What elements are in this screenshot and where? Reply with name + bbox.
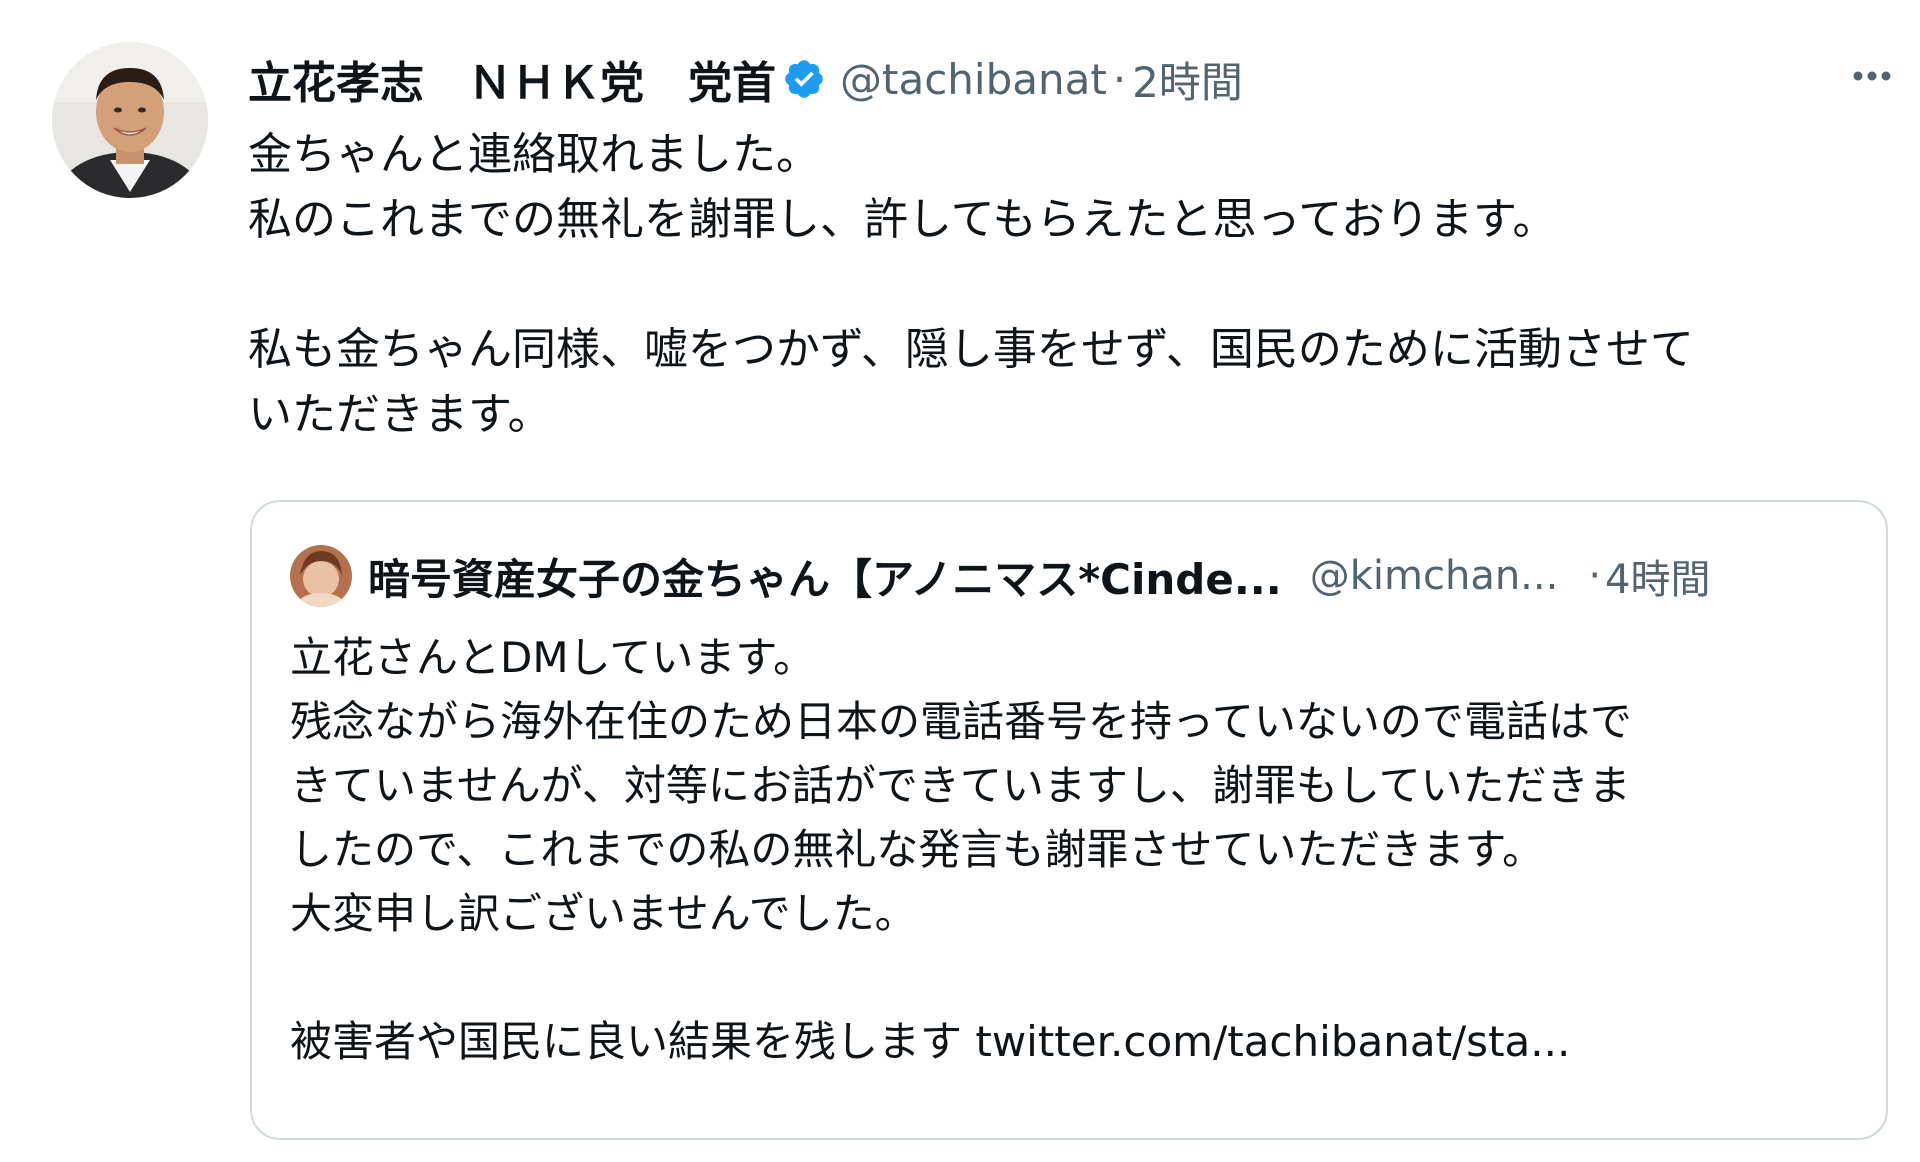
- more-options-button[interactable]: [1834, 52, 1910, 100]
- quoted-meta-separator: ·: [1588, 553, 1602, 599]
- quoted-author-display-name: 暗号資産女子の金ちゃん【アノニマス*Cinde...: [368, 554, 1282, 604]
- quoted-tweet-timestamp: 4時間: [1605, 557, 1711, 603]
- tweet-text-line: 金ちゃんと連絡取れました。: [248, 129, 820, 180]
- tweet: 立花孝志 ＮＨＫ党 党首 @tachibanat · 2時間 金ちゃんと連絡取れ…: [0, 0, 1920, 1162]
- tweet-text-line: 私も金ちゃん同様、嘘をつかず、隠し事をせず、国民のために活動させて: [248, 324, 1694, 375]
- quoted-text-line: 立花さんとDMしています。: [290, 633, 816, 682]
- verified-badge-icon: [782, 57, 826, 101]
- quoted-text-line: きていませんが、対等にお話ができていますし、謝罪もしていただきま: [290, 761, 1631, 810]
- quoted-text-line: [290, 946, 1870, 1010]
- quoted-text-line: 残念ながら海外在住のため日本の電話番号を持っていないので電話はで: [290, 697, 1632, 746]
- tweet-header: 立花孝志 ＮＨＫ党 党首 @tachibanat · 2時間: [248, 46, 1243, 112]
- tweet-text-line: [248, 252, 1888, 317]
- quoted-author-avatar: [290, 545, 352, 607]
- more-options-icon: [1853, 71, 1891, 81]
- quoted-tweet-header: 暗号資産女子の金ちゃん【アノニマス*Cinde... @kimchan... ·…: [290, 545, 1870, 607]
- author-avatar-image: [52, 42, 208, 198]
- meta-separator: ·: [1112, 54, 1127, 104]
- tweet-text: 金ちゃんと連絡取れました。 私のこれまでの無礼を謝罪し、許してもらえたと思ってお…: [248, 122, 1888, 447]
- quoted-text-line: 被害者や国民に良い結果を残します twitter.com/tachibanat/…: [290, 1017, 1571, 1066]
- tweet-timestamp[interactable]: 2時間: [1132, 49, 1243, 110]
- quoted-tweet-text: 立花さんとDMしています。 残念ながら海外在住のため日本の電話番号を持っていない…: [290, 626, 1870, 1074]
- tweet-text-line: 私のこれまでの無礼を謝罪し、許してもらえたと思っております。: [248, 194, 1557, 245]
- author-display-name[interactable]: 立花孝志 ＮＨＫ党 党首: [248, 47, 776, 111]
- tweet-text-line: いただきます。: [248, 389, 552, 440]
- quoted-tweet-card[interactable]: 暗号資産女子の金ちゃん【アノニマス*Cinde... @kimchan... ·…: [250, 500, 1888, 1140]
- author-handle[interactable]: @tachibanat: [840, 55, 1107, 104]
- quoted-text-line: 大変申し訳ございませんでした。: [290, 889, 917, 938]
- quoted-author-handle: @kimchan...: [1309, 553, 1559, 599]
- quoted-text-line: したので、これまでの私の無礼な発言も謝罪させていただきます。: [290, 825, 1545, 874]
- author-avatar[interactable]: [52, 42, 208, 198]
